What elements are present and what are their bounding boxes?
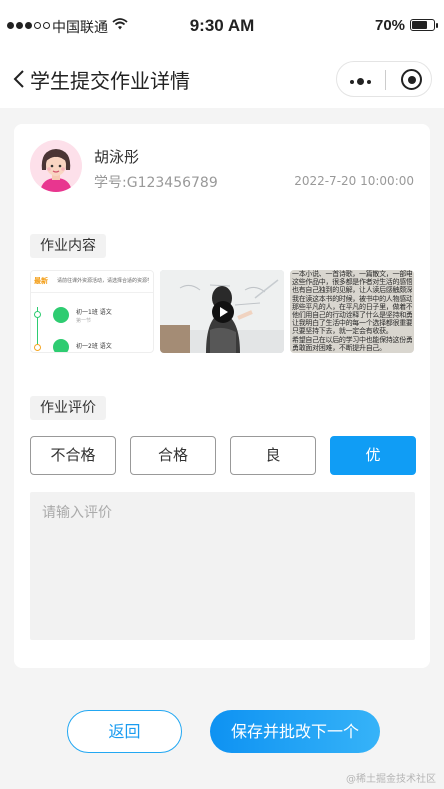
thumb-notice-text: 请前往课外资源活动，请选择合适的资源学习... — [57, 278, 149, 284]
thumb-item-1-title: 初一1班 语文 — [76, 309, 112, 316]
back-chevron-icon[interactable] — [12, 68, 32, 92]
handwriting-text: 一本小说、一首诗歌，一篇散文，一部电影。 这些作品中，很多都是作者对生活的感悟，… — [292, 270, 412, 352]
grade-pass-button[interactable]: 合格 — [130, 436, 216, 475]
battery-icon — [410, 19, 438, 31]
close-mini-program-icon[interactable] — [401, 69, 422, 90]
battery-percentage: 70% — [375, 17, 406, 34]
thumb-item-1-sub: 第一节 — [76, 318, 92, 324]
homework-content-label: 作业内容 — [30, 234, 106, 258]
student-id: 学号:G123456789 — [94, 175, 218, 191]
latest-badge-icon: 最新 — [34, 277, 48, 285]
homework-image-1[interactable]: 最新 请前往课外资源活动，请选择合适的资源学习... 初一1班 语文 第一节 初… — [30, 270, 154, 353]
capsule-divider — [385, 70, 386, 90]
review-comment-input[interactable] — [30, 492, 415, 640]
status-bar: 中国联通 9:30 AM 70% — [0, 0, 444, 50]
homework-video[interactable] — [160, 270, 284, 353]
class-icon-1 — [53, 307, 69, 323]
back-button[interactable]: 返回 — [67, 710, 182, 753]
timeline-dot-2 — [34, 344, 41, 351]
homework-review-label: 作业评价 — [30, 396, 106, 420]
page-title: 学生提交作业详情 — [30, 69, 190, 93]
submission-time: 2022-7-20 10:00:00 — [294, 174, 414, 188]
student-name: 胡泳彤 — [94, 148, 140, 166]
timeline-dot-1 — [34, 311, 41, 318]
mini-program-capsule — [336, 61, 432, 97]
save-and-next-button[interactable]: 保存并批改下一个 — [210, 710, 380, 753]
grade-good-button[interactable]: 良 — [230, 436, 316, 475]
grade-fail-button[interactable]: 不合格 — [30, 436, 116, 475]
more-options-icon[interactable] — [350, 78, 371, 85]
nav-bar: 学生提交作业详情 — [0, 50, 444, 108]
watermark: @稀土掘金技术社区 — [346, 774, 436, 785]
student-avatar — [30, 140, 82, 192]
class-icon-2 — [53, 339, 69, 352]
play-icon[interactable] — [212, 301, 234, 323]
thumb-item-2-title: 初一2班 语文 — [76, 343, 112, 350]
homework-image-3[interactable]: 一本小说、一首诗歌，一篇散文，一部电影。 这些作品中，很多都是作者对生活的感悟，… — [290, 270, 414, 353]
homework-detail-card: 胡泳彤 学号:G123456789 2022-7-20 10:00:00 作业内… — [14, 124, 430, 668]
grade-excellent-button[interactable]: 优 — [330, 436, 416, 475]
